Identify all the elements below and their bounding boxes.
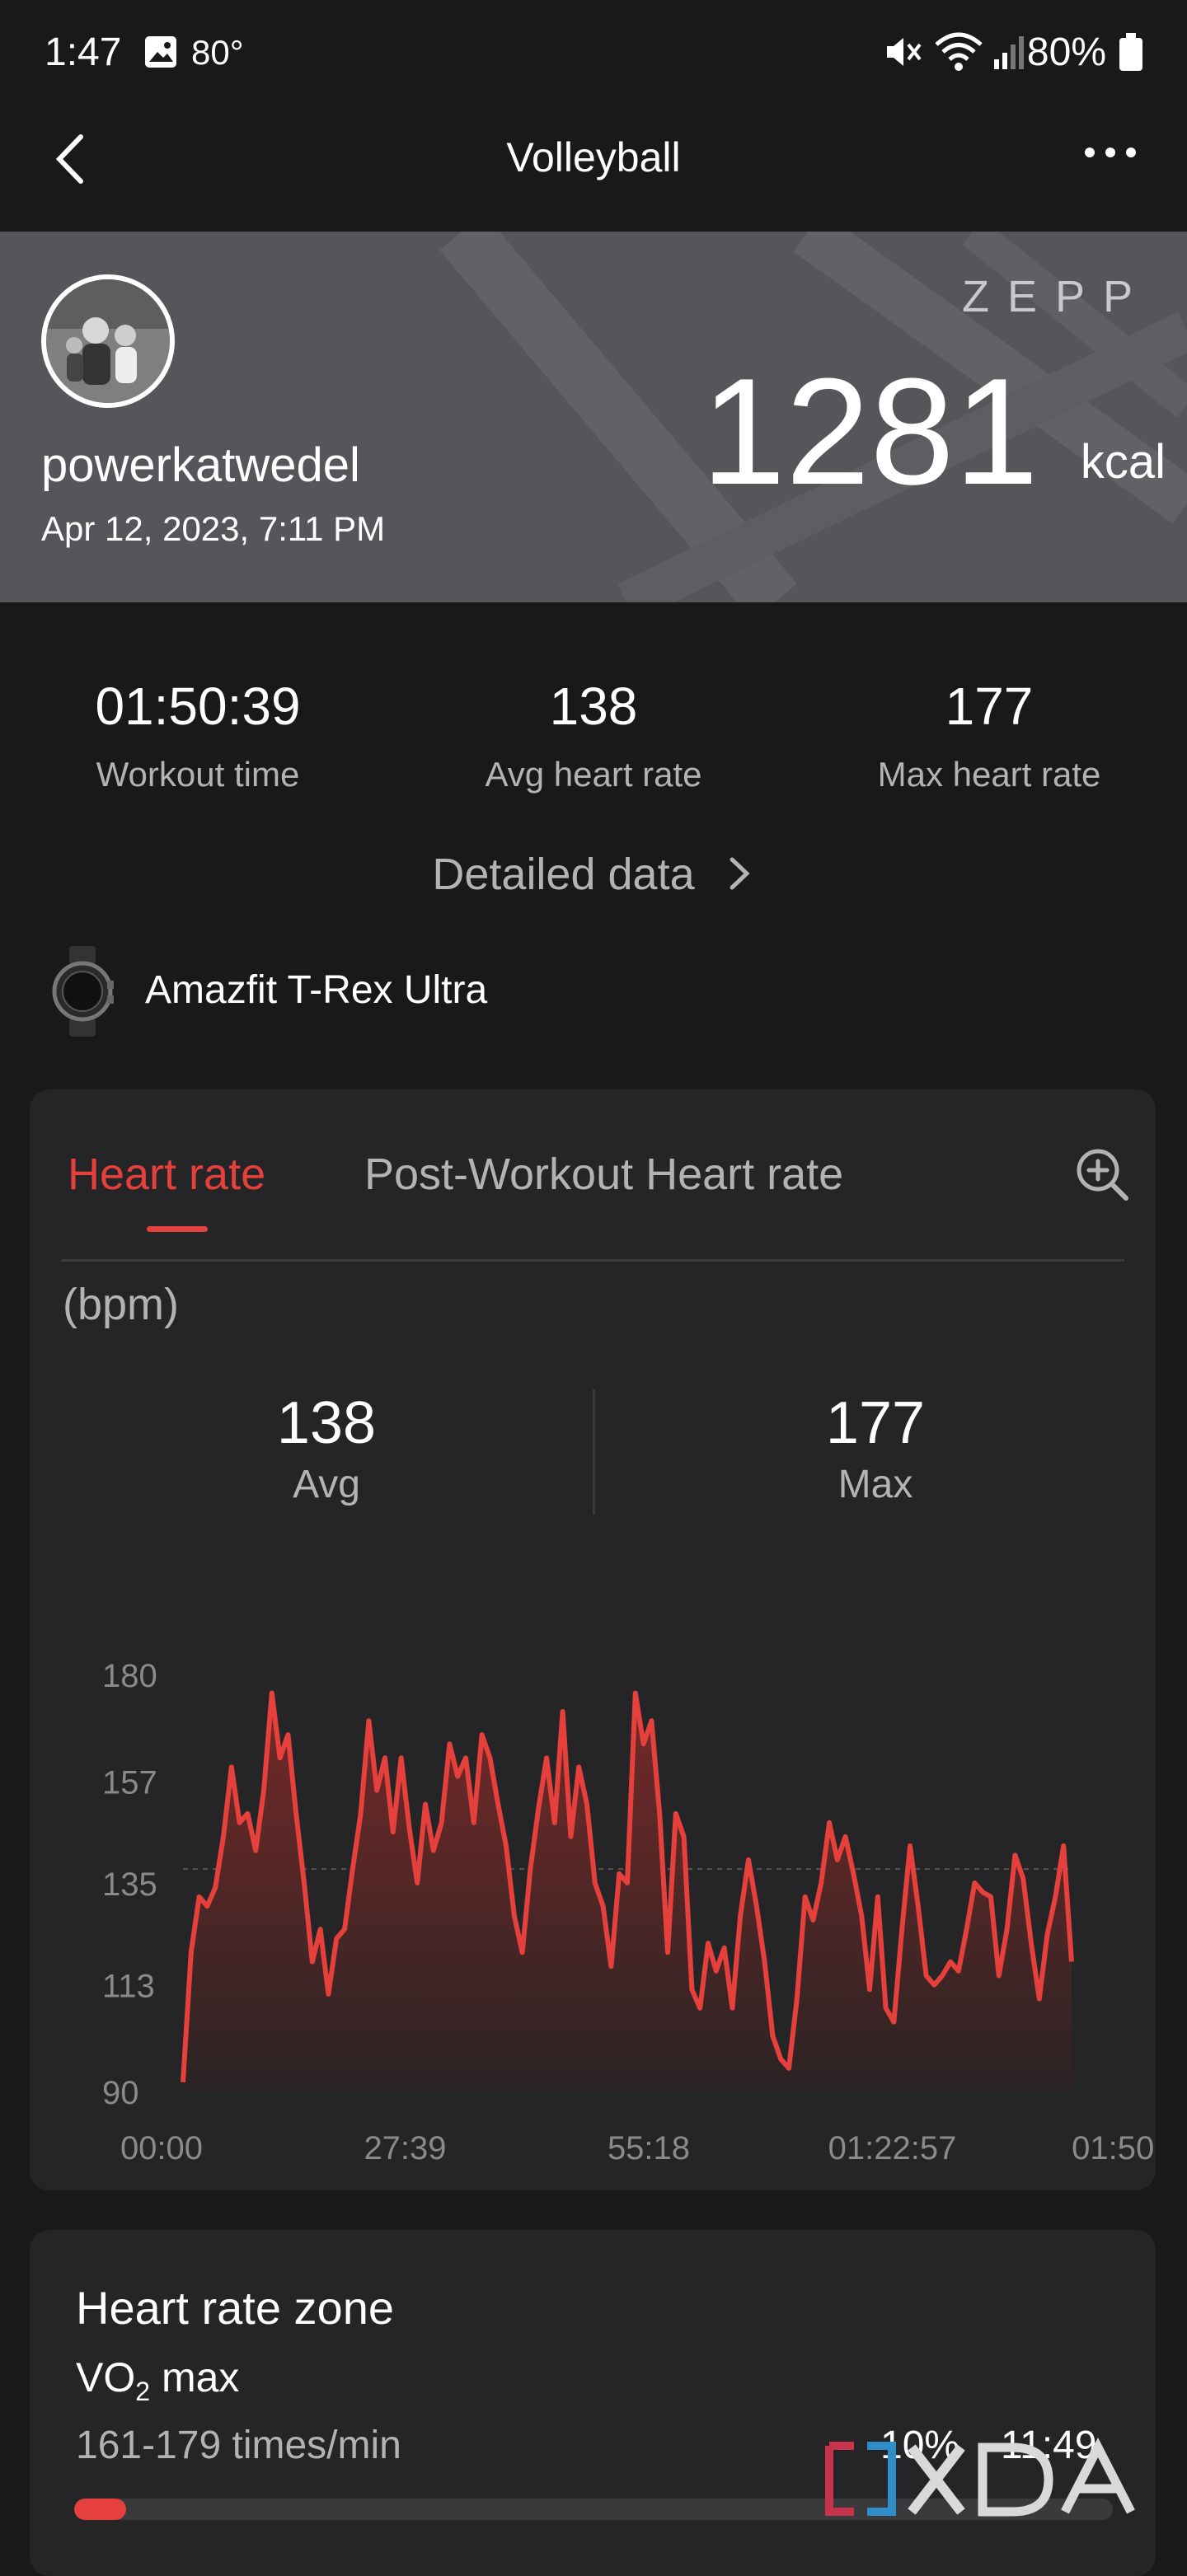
stat-label: Workout time xyxy=(96,755,300,794)
y-tick-label: 135 xyxy=(102,1866,157,1903)
zone-card-title: Heart rate zone xyxy=(76,2282,394,2334)
stat-label: Max heart rate xyxy=(877,755,1101,794)
app-bar: Volleyball xyxy=(0,107,1187,231)
stat-label: Avg heart rate xyxy=(485,755,702,794)
wifi-icon xyxy=(935,32,983,71)
device-name: Amazfit T-Rex Ultra xyxy=(145,968,488,1012)
chevron-right-icon xyxy=(730,857,750,890)
avg-summary: 138 Avg xyxy=(63,1389,590,1507)
smartwatch-icon xyxy=(52,946,114,1037)
summary-divider xyxy=(593,1389,595,1515)
tab-post-workout-heart-rate[interactable]: Post-Workout Heart rate xyxy=(364,1149,843,1200)
signal-icon xyxy=(994,36,1024,69)
x-tick-label: 27:39 xyxy=(364,2130,446,2161)
avatar[interactable] xyxy=(41,274,175,408)
tab-heart-rate[interactable]: Heart rate xyxy=(68,1149,265,1200)
y-tick-label: 90 xyxy=(102,2075,139,2111)
active-tab-indicator xyxy=(147,1226,208,1232)
x-tick-label: 00:00 xyxy=(120,2130,203,2161)
heart-rate-area xyxy=(183,1693,1072,2091)
more-horizontal-icon[interactable] xyxy=(1081,140,1139,165)
zone-name-sub: 2 xyxy=(135,2377,151,2406)
stat-value: 138 xyxy=(549,677,638,736)
max-value: 177 xyxy=(825,1390,926,1456)
status-bar: 1:47 80° 80% xyxy=(0,0,1187,107)
detailed-data-link[interactable]: Detailed data xyxy=(0,849,1187,900)
max-summary: 177 Max xyxy=(612,1389,1139,1507)
x-tick-label: 55:18 xyxy=(608,2130,690,2161)
heart-rate-card: Heart rate Post-Workout Heart rate (bpm)… xyxy=(30,1089,1156,2190)
xda-watermark xyxy=(825,2437,1135,2517)
max-label: Max xyxy=(837,1463,913,1506)
status-time: 1:47 xyxy=(45,30,122,74)
zone-progress-fill xyxy=(74,2499,126,2520)
unit-label: (bpm) xyxy=(63,1280,180,1329)
y-tick-label: 157 xyxy=(102,1764,157,1801)
workout-banner: powerkatwedel Apr 12, 2023, 7:11 PM ZEPP… xyxy=(0,232,1187,602)
zone-range: 161-179 times/min xyxy=(76,2424,401,2467)
stat-max-heart-rate: 177 Max heart rate xyxy=(791,676,1187,794)
status-battery: 80% xyxy=(1026,30,1106,74)
x-tick-label: 01:50:39 xyxy=(1072,2130,1156,2161)
username: powerkatwedel xyxy=(41,438,360,492)
avg-label: Avg xyxy=(293,1463,360,1506)
mute-icon xyxy=(887,38,922,66)
y-tick-label: 113 xyxy=(102,1969,155,2005)
brand-logo: ZEPP xyxy=(961,272,1151,321)
stat-value: 177 xyxy=(945,677,1034,736)
page-title: Volleyball xyxy=(506,134,681,180)
zoom-in-icon[interactable] xyxy=(1075,1147,1129,1201)
calories-unit: kcal xyxy=(1080,435,1166,489)
heart-rate-chart[interactable]: 180 157 135 113 90 00:00 27:39 55:18 01:22:57 01… xyxy=(30,1617,1156,2161)
stat-avg-heart-rate: 138 Avg heart rate xyxy=(396,676,791,794)
battery-icon xyxy=(1119,33,1142,71)
workout-date: Apr 12, 2023, 7:11 PM xyxy=(41,509,386,548)
stat-value: 01:50:39 xyxy=(95,677,301,736)
zone-name-main: VO xyxy=(76,2354,136,2400)
zone-name-rest: max xyxy=(150,2354,240,2400)
detailed-data-label: Detailed data xyxy=(432,850,695,899)
avatar-image xyxy=(46,279,170,403)
stat-workout-time: 01:50:39 Workout time xyxy=(0,676,396,794)
zone-name: VO2 max xyxy=(76,2354,239,2407)
tab-divider xyxy=(61,1259,1124,1262)
status-temperature: 80° xyxy=(191,33,244,72)
calories-value: 1281 xyxy=(701,346,1039,516)
image-icon xyxy=(145,36,176,68)
x-tick-label: 01:22:57 xyxy=(828,2130,957,2161)
avg-value: 138 xyxy=(276,1390,377,1456)
y-tick-label: 180 xyxy=(102,1658,157,1694)
